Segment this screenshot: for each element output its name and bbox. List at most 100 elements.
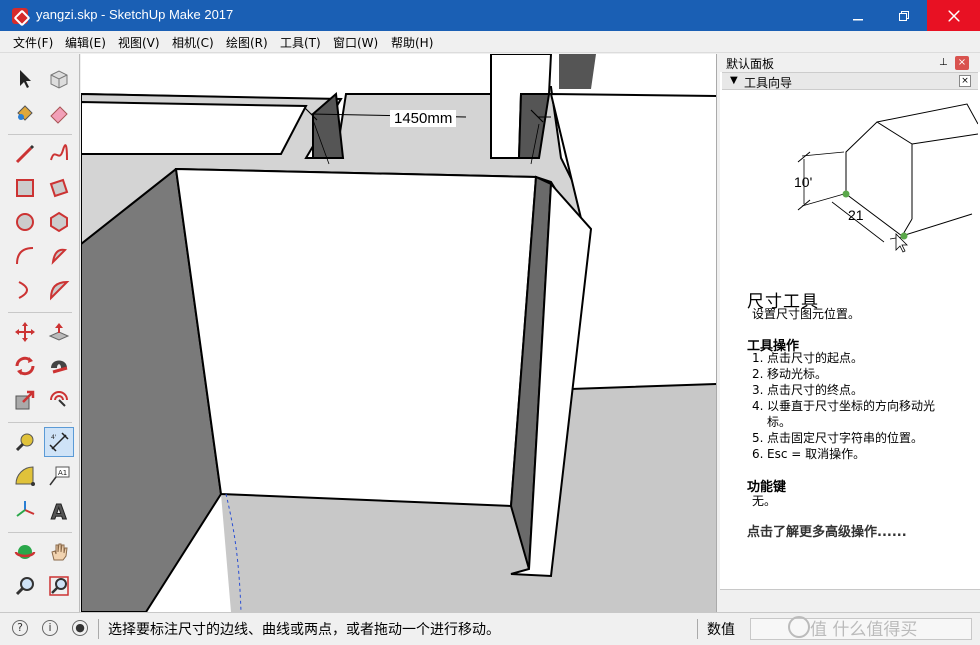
offset-tool-button[interactable] [44,385,74,415]
menu-file[interactable]: 文件(F) [13,34,53,51]
operation-step: 1. 点击尺寸的起点。 [752,351,864,365]
circle-icon [16,213,34,231]
axes-tool-button[interactable] [10,495,40,525]
rectangle-tool-button[interactable] [10,173,40,203]
push-pull-tool-button[interactable] [44,317,74,347]
dimension-icon: 4' [49,432,69,452]
credits-info-icon[interactable]: i [42,620,58,636]
measurements-label: 数值 [707,622,735,638]
zoom-icon [15,577,34,596]
select-icon [20,70,31,88]
polygon-icon [50,211,68,233]
illustration-width-label: 21 [848,207,864,223]
status-separator [98,619,99,639]
menu-view[interactable]: 视图(V) [118,34,160,51]
3d-text-tool-button[interactable]: A [44,495,74,525]
title-bar: yangzi.skp - SketchUp Make 2017 [0,0,980,31]
rotated-rectangle-icon [49,178,69,198]
pan-tool-button[interactable] [44,537,74,567]
pie-tool-button[interactable] [44,241,74,271]
menu-tools[interactable]: 工具(T) [280,34,321,51]
scale-tool-button[interactable] [10,385,40,415]
default-tray-panel: 默认面板 ⊥ × ▼ 工具向导 × 10' 21 尺寸工具 设置尺寸图元位置。 … [720,54,980,612]
operation-step: 2. 移动光标。 [752,367,828,381]
pie-icon [51,248,68,265]
arc-tool-button[interactable] [10,241,40,271]
tray-close-button[interactable]: × [955,56,969,70]
svg-text:A1: A1 [58,469,67,477]
two-point-arc-tool-button[interactable] [10,275,40,305]
minimize-button[interactable] [835,0,881,31]
zoom-tool-button[interactable] [10,571,40,601]
rotate-tool-button[interactable] [10,351,40,381]
model-viewport[interactable]: 1450mm [81,54,717,612]
status-bar: ? i ● 选择要标注尺寸的边线、曲线或两点，或者拖动一个进行移动。 数值 值 … [0,612,980,645]
paint-bucket-tool-button[interactable] [10,98,40,128]
tray-bottom-bar [720,589,980,612]
tray-header: 默认面板 ⊥ × [720,54,980,72]
three-point-arc-tool-button[interactable] [44,275,74,305]
text-tool-button[interactable]: A1 [44,461,74,491]
geo-location-icon[interactable]: ? [12,620,28,636]
status-separator [697,619,698,639]
move-tool-button[interactable] [10,317,40,347]
maximize-button[interactable] [881,0,927,31]
menu-camera[interactable]: 相机(C) [172,34,214,51]
tape-measure-icon [15,433,34,452]
component-tool-button[interactable] [44,64,74,94]
zoom-window-icon [49,576,69,596]
rotate-icon [15,356,35,376]
collapse-triangle-icon[interactable]: ▼ [730,75,738,86]
dimension-label[interactable]: 1450mm [390,110,457,127]
push-pull-icon [48,323,70,341]
scale-icon [15,390,35,410]
move-icon [15,322,35,342]
select-tool-button[interactable] [10,64,40,94]
freehand-icon [50,144,68,161]
component-icon [50,70,68,89]
restore-icon [899,10,909,21]
advanced-operations-link[interactable]: 点击了解更多高级操作...... [747,521,907,540]
close-window-button[interactable] [927,0,980,31]
eraser-tool-button[interactable] [44,98,74,128]
menu-draw[interactable]: 绘图(R) [226,34,268,51]
svg-text:A: A [51,500,67,522]
instructor-section-label: 工具向导 [744,76,793,90]
toolbar-separator [8,134,72,135]
rotated-rectangle-tool-button[interactable] [44,173,74,203]
pencil-line-icon [15,144,35,164]
paint-bucket-icon [17,105,33,121]
polygon-tool-button[interactable] [44,207,74,237]
tape-measure-tool-button[interactable] [10,427,40,457]
follow-me-tool-button[interactable] [44,351,74,381]
menu-edit[interactable]: 编辑(E) [65,34,106,51]
pin-icon[interactable]: ⊥ [939,57,949,69]
sketchup-app-icon[interactable] [12,8,28,24]
protractor-tool-button[interactable] [10,461,40,491]
illustration-height-label: 10' [794,174,812,190]
operation-steps-list: 1. 点击尺寸的起点。 2. 移动光标。 3. 点击尺寸的终点。 4. 以垂直于尺寸坐标… [752,350,952,462]
toolbar-separator [8,422,72,423]
orbit-tool-button[interactable] [10,537,40,567]
watermark-logo-icon [788,616,810,638]
two-point-arc-icon [18,281,28,299]
menu-help[interactable]: 帮助(H) [391,34,433,51]
user-account-icon[interactable]: ● [72,620,88,636]
freehand-tool-button[interactable] [44,139,74,169]
zoom-window-tool-button[interactable] [44,571,74,601]
line-tool-button[interactable] [10,139,40,169]
text-icon: A1 [49,466,70,486]
3d-text-icon: A [51,500,68,523]
menu-window[interactable]: 窗口(W) [333,34,378,51]
operation-step: 6. Esc = 取消操作。 [752,447,866,461]
menu-bar: 文件(F) 编辑(E) 视图(V) 相机(C) 绘图(R) 工具(T) 窗口(W… [0,31,980,53]
section-close-button[interactable]: × [959,75,971,87]
circle-tool-button[interactable] [10,207,40,237]
svg-text:4': 4' [51,434,57,441]
instructor-section-header[interactable]: ▼ 工具向导 × [722,72,978,90]
large-tool-set-toolbar: 4' A1 A [0,54,80,612]
operation-step: 5. 点击固定尺寸字符串的位置。 [752,431,924,445]
dimension-tool-button[interactable]: 4' [44,427,74,457]
axes-icon [16,501,35,517]
modifier-keys-text: 无。 [752,494,777,508]
